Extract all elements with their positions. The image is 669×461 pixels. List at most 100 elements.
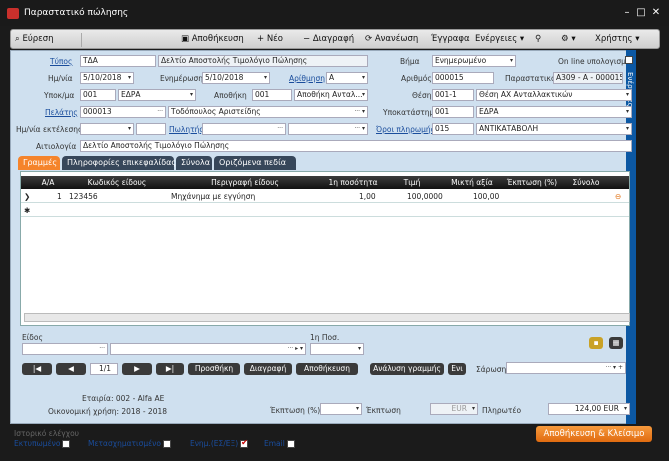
more-icon: ··· ▾ — [354, 108, 365, 115]
new-row-icon: ✱ — [24, 206, 31, 215]
app-icon — [7, 8, 19, 19]
exec-date-field[interactable]: ▾ — [80, 123, 134, 135]
branch-code-field[interactable]: 001 — [80, 89, 116, 101]
position-code-field[interactable]: 001-1 — [432, 89, 474, 101]
exec-time-field[interactable] — [136, 123, 166, 135]
docs-button[interactable]: Έγγραφα — [431, 32, 470, 47]
table-row[interactable]: ❯ 1 123456 Μηχάνημα με εγγύηση 1,00 100,… — [21, 190, 629, 203]
customer-code-field[interactable]: 000013 ··· — [80, 106, 166, 118]
refresh-button[interactable]: ⟳ Ανανέωση — [365, 32, 418, 47]
horizontal-scrollbar[interactable] — [24, 313, 630, 322]
line-analysis-button[interactable]: Ανάλυση γραμμής — [370, 363, 444, 375]
qty-field[interactable]: ▾ — [310, 343, 364, 355]
chevron-down-icon: ▾ — [625, 125, 629, 132]
number-field[interactable]: 000015 — [432, 72, 494, 84]
step-select[interactable]: Ενημερωμένο ▾ — [432, 55, 516, 67]
search-button[interactable]: ⌕ Εύρεση — [15, 32, 54, 47]
scan-field[interactable]: ··· ▾ + — [506, 362, 626, 374]
updated-checkbox — [240, 438, 249, 448]
warehouse-code-field[interactable]: 001 — [252, 89, 292, 101]
discount-field[interactable]: EUR ▾ — [430, 403, 478, 415]
col-total[interactable]: Σύνολο — [561, 178, 611, 187]
email-checkbox — [286, 440, 295, 448]
last-page-button[interactable]: ▶| — [156, 363, 184, 375]
printed-checkbox — [62, 440, 71, 448]
more-button[interactable]: Ενι — [448, 363, 466, 375]
lock-icon[interactable]: ▪ — [589, 337, 603, 349]
step-label: Βήμα — [400, 57, 420, 66]
payable-label: Πληρωτέο — [482, 406, 522, 415]
doc-label: Παραστατικό — [505, 74, 556, 83]
type-label[interactable]: Τύπος — [50, 57, 72, 66]
new-row[interactable]: ✱ — [21, 204, 629, 217]
warehouse-name-value: Αποθήκη Ανταλ... — [297, 90, 363, 99]
reason-field[interactable]: Δελτίο Αποστολής Τιμολόγιο Πώλησης — [80, 140, 632, 152]
col-qty[interactable]: 1η ποσότητα — [323, 178, 383, 187]
maximize-icon[interactable]: □ — [634, 6, 648, 20]
numbering-field[interactable]: Α ▾ — [326, 72, 368, 84]
terms-name-select[interactable]: ΑΝΤΙΚΑΤΑΒΟΛΗ ▾ — [476, 123, 632, 135]
more-icon: ··· ▾ — [354, 125, 365, 132]
col-discount[interactable]: Έκπτωση (%) — [503, 178, 561, 187]
item-code-field[interactable]: ··· — [22, 343, 108, 355]
close-icon[interactable]: ✕ — [649, 6, 663, 20]
printed-label: Εκτυπωμένο — [14, 439, 61, 448]
tool-icon[interactable]: ⚲ — [535, 32, 541, 47]
more-icon: ··· ▾ + — [605, 364, 623, 371]
seller-label[interactable]: Πωλητής — [169, 125, 204, 134]
item-desc-field[interactable]: ··· ▸ ▾ — [110, 343, 306, 355]
delete-button[interactable]: − Διαγραφή — [303, 32, 354, 47]
remove-row-icon[interactable]: ⊖ — [615, 192, 621, 201]
update-value: 5/10/2018 — [205, 73, 244, 82]
warehouse-name-select[interactable]: Αποθήκη Ανταλ... ▾ — [294, 89, 368, 101]
add-line-button[interactable]: Προσθήκη — [188, 363, 240, 375]
tab-custom-fields[interactable]: Οριζόμενα πεδία — [214, 156, 296, 170]
save-close-button[interactable]: Αποθήκευση & Κλείσιμο — [536, 426, 652, 442]
numbering-label[interactable]: Αρίθμηση — [289, 74, 325, 83]
users-button[interactable]: Χρήστης ▾ — [595, 32, 639, 47]
online-checkbox[interactable] — [625, 56, 633, 64]
position-name-select[interactable]: Θέση ΑΧ Ανταλλακτικών ▾ — [476, 89, 632, 101]
seller-name-field[interactable]: ··· ▾ — [288, 123, 368, 135]
seller-code-field[interactable]: ··· — [202, 123, 286, 135]
chevron-down-icon: ▾ — [355, 405, 359, 412]
update-field[interactable]: 5/10/2018 ▾ — [202, 72, 270, 84]
discount-pct-field[interactable]: ▾ — [320, 403, 362, 415]
settings-icon[interactable]: ⚙ ▾ — [561, 32, 576, 47]
col-price[interactable]: Τιμή — [383, 178, 441, 187]
next-page-button[interactable]: ▶ — [122, 363, 152, 375]
first-page-button[interactable]: |◀ — [22, 363, 52, 375]
warehouse-label: Αποθήκη — [214, 91, 247, 100]
scan-label: Σάρωση — [476, 365, 507, 374]
minimize-icon[interactable]: – — [620, 6, 634, 20]
tab-header-info[interactable]: Πληροφορίες επικεφαλίδας — [62, 156, 176, 170]
page-indicator: 1/1 — [90, 363, 118, 375]
tab-lines[interactable]: Γραμμές — [18, 156, 60, 170]
type-code-field[interactable]: ΤΔΑ — [80, 55, 156, 67]
customer-label[interactable]: Πελάτης — [45, 108, 78, 117]
numbering-value: Α — [329, 73, 335, 82]
terms-code-field[interactable]: 015 — [432, 123, 474, 135]
calculator-icon[interactable]: ▦ — [609, 337, 623, 349]
col-desc[interactable]: Περιγραφή είδους — [169, 178, 321, 187]
doc-field: Α309 - Α - 000015 — [553, 72, 623, 84]
lines-grid[interactable]: Α/Α Κωδικός είδους Περιγραφή είδους 1η π… — [20, 171, 630, 326]
prev-page-button[interactable]: ◀ — [56, 363, 86, 375]
new-button[interactable]: + Νέο — [257, 32, 283, 47]
branch-name-select[interactable]: ΕΔΡΑ ▾ — [118, 89, 196, 101]
actions-button[interactable]: Ενέργειες ▾ — [475, 32, 524, 47]
col-code[interactable]: Κωδικός είδους — [67, 178, 167, 187]
delete-line-button[interactable]: Διαγραφή — [244, 363, 292, 375]
subbranch-code-field[interactable]: 001 — [432, 106, 474, 118]
save-button[interactable]: ▣ Αποθήκευση — [181, 32, 244, 47]
tab-totals[interactable]: Σύνολα — [176, 156, 212, 170]
date-field[interactable]: 5/10/2018 ▾ — [80, 72, 134, 84]
subbranch-name-select[interactable]: ΕΔΡΑ ▾ — [476, 106, 632, 118]
terms-label[interactable]: Όροι πληρωμής — [376, 125, 435, 134]
chevron-down-icon: ▾ — [357, 345, 361, 352]
col-aa[interactable]: Α/Α — [35, 178, 61, 187]
col-gross[interactable]: Μικτή αξία — [443, 178, 501, 187]
save-line-button[interactable]: Αποθήκευση — [296, 363, 358, 375]
email-flag: Email — [264, 439, 295, 448]
customer-name-field[interactable]: Τοδόπουλος Αριστείδης ··· ▾ — [168, 106, 368, 118]
